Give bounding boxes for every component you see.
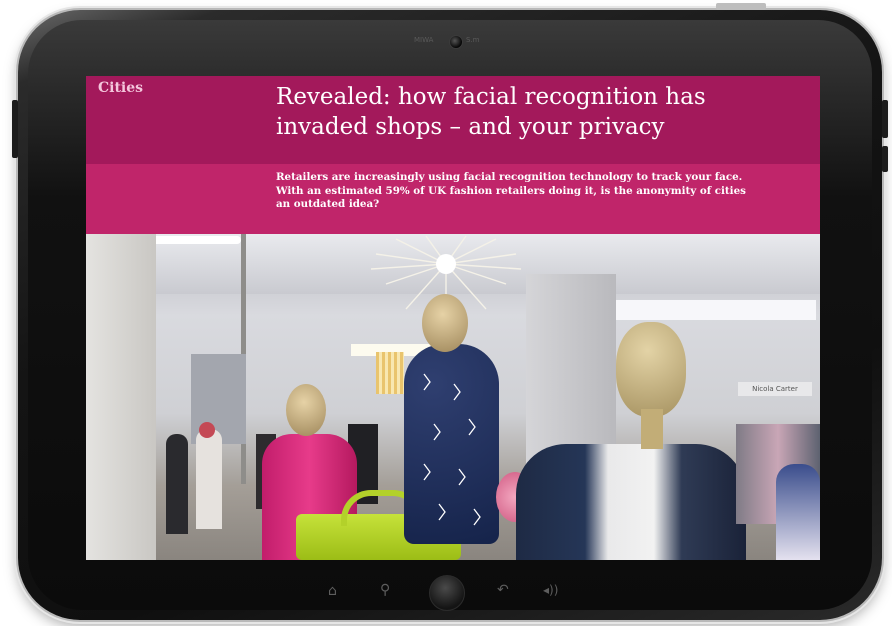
- standfirst-line-3: an outdated idea?: [276, 198, 380, 210]
- article-header: Cities Revealed: how facial recognition …: [86, 76, 820, 164]
- headline-line-2: invaded shops – and your privacy: [276, 114, 665, 140]
- front-camera: [449, 35, 463, 49]
- dress-pattern: [423, 373, 481, 526]
- standfirst-line-2: With an estimated 59% of UK fashion reta…: [276, 184, 746, 197]
- side-button-right-bottom[interactable]: [882, 146, 888, 172]
- article-headline: Revealed: how facial recognition has inv…: [276, 82, 796, 142]
- section-label[interactable]: Cities: [98, 80, 143, 96]
- shop-sign: Nicola Carter: [738, 382, 812, 396]
- back-icon[interactable]: ↶: [497, 582, 509, 598]
- side-button-right-top[interactable]: [882, 100, 888, 138]
- article-standfirst: Retailers are increasingly using facial …: [276, 171, 766, 212]
- side-button-left[interactable]: [12, 100, 18, 158]
- camera-right-label: S.m: [466, 36, 480, 44]
- home-button[interactable]: [429, 575, 465, 611]
- standfirst-line-1: Retailers are increasingly using facial …: [276, 171, 743, 183]
- volume-icon[interactable]: ◂)): [543, 583, 558, 597]
- home-icon[interactable]: ⌂: [328, 583, 337, 599]
- top-button[interactable]: [716, 3, 766, 10]
- headline-line-1: Revealed: how facial recognition has: [276, 84, 706, 110]
- search-icon[interactable]: ⚲: [380, 582, 390, 598]
- standfirst-panel: Retailers are increasingly using facial …: [86, 164, 820, 234]
- tablet-screen: Cities Revealed: how facial recognition …: [86, 76, 820, 560]
- camera-left-label: MIWA: [414, 36, 434, 44]
- article-photo: Nicola Carter: [86, 234, 820, 560]
